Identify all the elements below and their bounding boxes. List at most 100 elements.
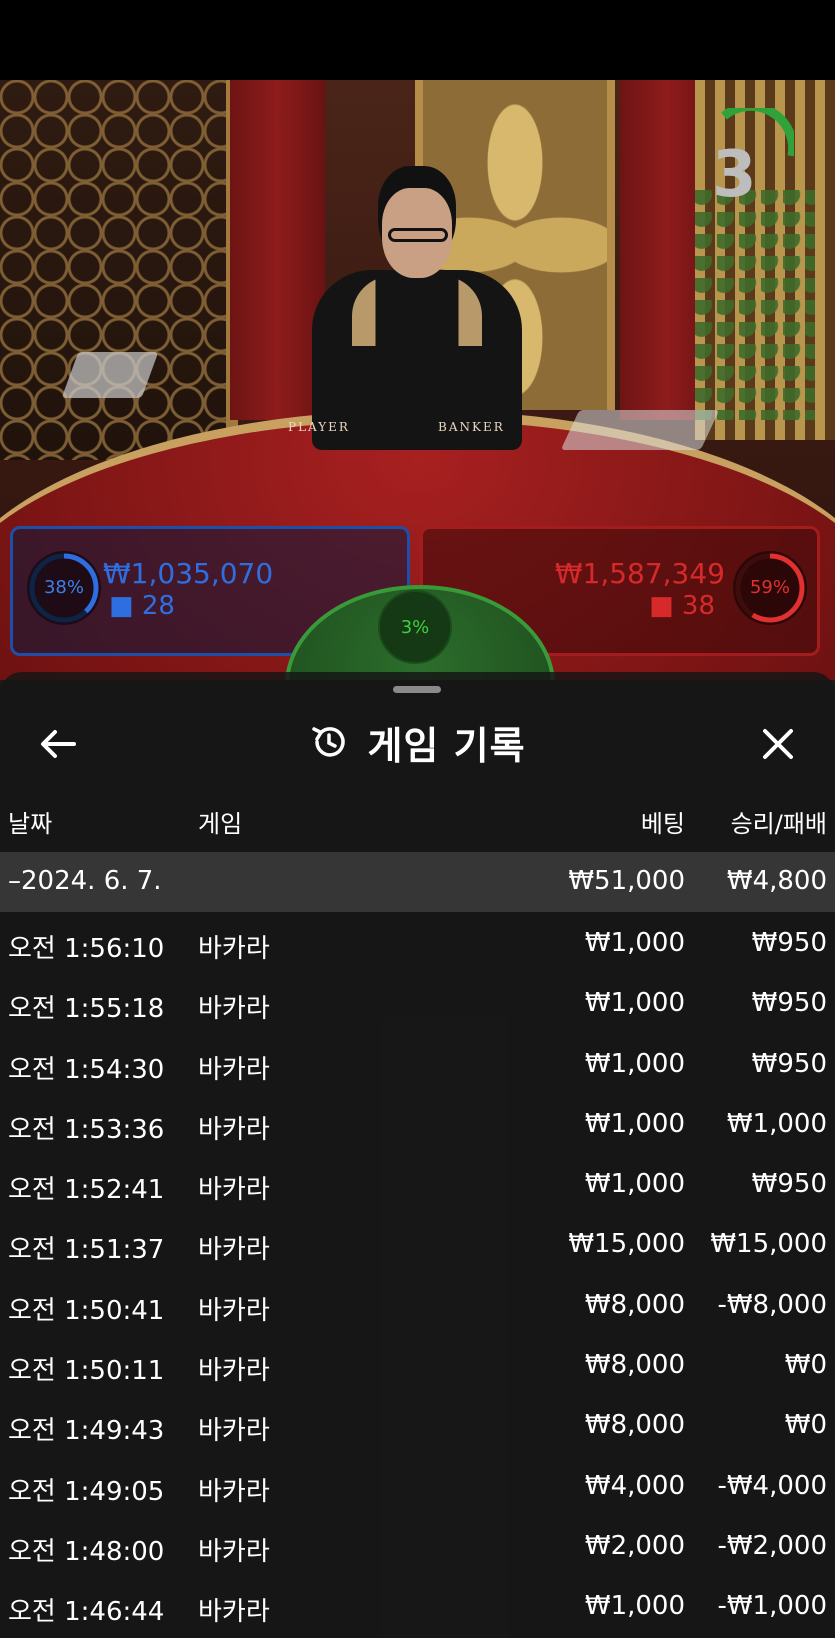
row-bet: ₩1,000	[584, 1169, 685, 1200]
game-history-sheet: 게임 기록 날짜 게임 베팅 승리/패배 –2024. 6. 7. ₩51,00…	[0, 672, 835, 1638]
row-time: 오전 1:48:00	[8, 1536, 165, 1567]
row-time: 오전 1:52:41	[8, 1175, 165, 1206]
history-icon	[312, 727, 346, 757]
row-game: 바카라	[198, 1114, 270, 1145]
row-bet: ₩1,000	[584, 1108, 685, 1139]
backdrop-pillar	[230, 80, 325, 420]
row-game: 바카라	[198, 1235, 270, 1266]
sheet-header: 게임 기록	[0, 712, 835, 772]
row-bet: ₩15,000	[568, 1229, 685, 1260]
close-button[interactable]	[750, 716, 806, 772]
banker-percent-ring: 59%	[733, 551, 807, 625]
row-winloss: -₩8,000	[717, 1289, 827, 1320]
table-label-player: PLAYER	[288, 420, 350, 434]
row-winloss: -₩1,000	[717, 1591, 827, 1622]
dealer-glasses	[388, 228, 448, 242]
card-discard-tray	[560, 410, 720, 450]
row-game: 바카라	[198, 1476, 270, 1507]
row-time: 오전 1:55:18	[8, 994, 165, 1025]
row-time: 오전 1:54:30	[8, 1054, 165, 1085]
row-winloss: ₩0	[784, 1350, 827, 1381]
tie-percent: 3%	[400, 617, 430, 638]
row-winloss: ₩950	[751, 988, 827, 1019]
row-game: 바카라	[198, 994, 270, 1025]
row-game: 바카라	[198, 1054, 270, 1085]
row-game: 바카라	[198, 1295, 270, 1326]
row-bet: ₩4,000	[584, 1470, 685, 1501]
table-row[interactable]: 오전 1:55:18 바카라 ₩1,000 ₩950	[0, 972, 835, 1032]
card-shoe	[61, 352, 159, 398]
countdown-number: 3	[712, 138, 757, 212]
table-row[interactable]: 오전 1:49:05 바카라 ₩4,000 -₩4,000	[0, 1455, 835, 1515]
table-row[interactable]: 오전 1:52:41 바카라 ₩1,000 ₩950	[0, 1153, 835, 1213]
banker-bet-amount: ₩1,587,349	[554, 557, 725, 590]
banker-count: 38	[681, 591, 715, 621]
table-row[interactable]: 오전 1:51:37 바카라 ₩15,000 ₩15,000	[0, 1213, 835, 1273]
row-winloss: ₩1,000	[726, 1108, 827, 1139]
row-game: 바카라	[198, 1356, 270, 1387]
row-winloss: ₩950	[751, 928, 827, 958]
row-time: 오전 1:51:37	[8, 1235, 165, 1266]
row-bet: ₩1,000	[584, 1591, 685, 1622]
row-time: 오전 1:46:44	[8, 1597, 165, 1628]
column-header-bet: 베팅	[640, 810, 685, 838]
row-game: 바카라	[198, 934, 270, 964]
row-game: 바카라	[198, 1597, 270, 1628]
table-row[interactable]: 오전 1:49:43 바카라 ₩8,000 ₩0	[0, 1394, 835, 1454]
row-time: 오전 1:53:36	[8, 1114, 165, 1145]
row-winloss: ₩950	[751, 1048, 827, 1079]
row-winloss: -₩2,000	[717, 1530, 827, 1561]
player-percent-ring: 38%	[27, 551, 101, 625]
table-header: 날짜 게임 베팅 승리/패배	[0, 790, 835, 846]
person-icon: ■	[109, 591, 134, 621]
column-header-winloss: 승리/패배	[730, 810, 827, 838]
column-header-date: 날짜	[8, 810, 53, 838]
row-winloss: -₩4,000	[717, 1470, 827, 1501]
backdrop-lattice	[0, 80, 238, 460]
row-bet: ₩1,000	[584, 1048, 685, 1079]
page-title: 게임 기록	[367, 723, 526, 768]
table-label-banker: BANKER	[438, 420, 505, 434]
date-group-row[interactable]: –2024. 6. 7. ₩51,000 ₩4,800	[0, 852, 835, 912]
row-time: 오전 1:56:10	[8, 934, 165, 964]
table-row[interactable]: 오전 1:53:36 바카라 ₩1,000 ₩1,000	[0, 1093, 835, 1153]
row-time: 오전 1:50:11	[8, 1356, 165, 1387]
status-bar-area	[0, 0, 835, 80]
row-winloss: ₩950	[751, 1169, 827, 1200]
table-row[interactable]: 오전 1:50:41 바카라 ₩8,000 -₩8,000	[0, 1274, 835, 1334]
group-bet-total: ₩51,000	[568, 866, 685, 896]
player-bet-amount: ₩1,035,070	[103, 557, 274, 590]
backdrop-plants	[695, 190, 815, 420]
player-percent: 38%	[43, 577, 84, 598]
row-bet: ₩2,000	[584, 1530, 685, 1561]
row-bet: ₩1,000	[584, 928, 685, 958]
row-winloss: ₩15,000	[710, 1229, 827, 1260]
group-winloss-total: ₩4,800	[726, 866, 827, 896]
banker-count-row: ■ 38	[649, 591, 715, 621]
table-row[interactable]: 오전 1:50:11 바카라 ₩8,000 ₩0	[0, 1334, 835, 1394]
table-row[interactable]: 오전 1:54:30 바카라 ₩1,000 ₩950	[0, 1033, 835, 1093]
table-row[interactable]: 오전 1:56:10 바카라 ₩1,000 ₩950	[0, 912, 835, 972]
row-time: 오전 1:50:41	[8, 1295, 165, 1326]
table-row[interactable]: 오전 1:48:00 바카라 ₩2,000 -₩2,000	[0, 1515, 835, 1575]
person-icon: ■	[649, 591, 674, 621]
row-game: 바카라	[198, 1175, 270, 1206]
group-date: –2024. 6. 7.	[8, 866, 162, 896]
row-bet: ₩1,000	[584, 988, 685, 1019]
table-row[interactable]: 오전 1:46:44 바카라 ₩1,000 -₩1,000	[0, 1575, 835, 1635]
row-game: 바카라	[198, 1536, 270, 1567]
close-icon	[763, 729, 793, 759]
sheet-drag-handle[interactable]	[393, 686, 441, 693]
row-time: 오전 1:49:05	[8, 1476, 165, 1507]
row-bet: ₩8,000	[584, 1410, 685, 1441]
banker-percent: 59%	[749, 577, 790, 598]
history-list: 오전 1:56:10 바카라 ₩1,000 ₩950 오전 1:55:18 바카라 ₩1,…	[0, 912, 835, 1636]
row-winloss: ₩0	[784, 1410, 827, 1441]
row-game: 바카라	[198, 1416, 270, 1447]
player-count-row: ■ 28	[109, 591, 175, 621]
player-count: 28	[141, 591, 175, 621]
row-bet: ₩8,000	[584, 1350, 685, 1381]
dealer-collar	[352, 276, 482, 346]
row-time: 오전 1:49:43	[8, 1416, 165, 1447]
row-bet: ₩8,000	[584, 1289, 685, 1320]
